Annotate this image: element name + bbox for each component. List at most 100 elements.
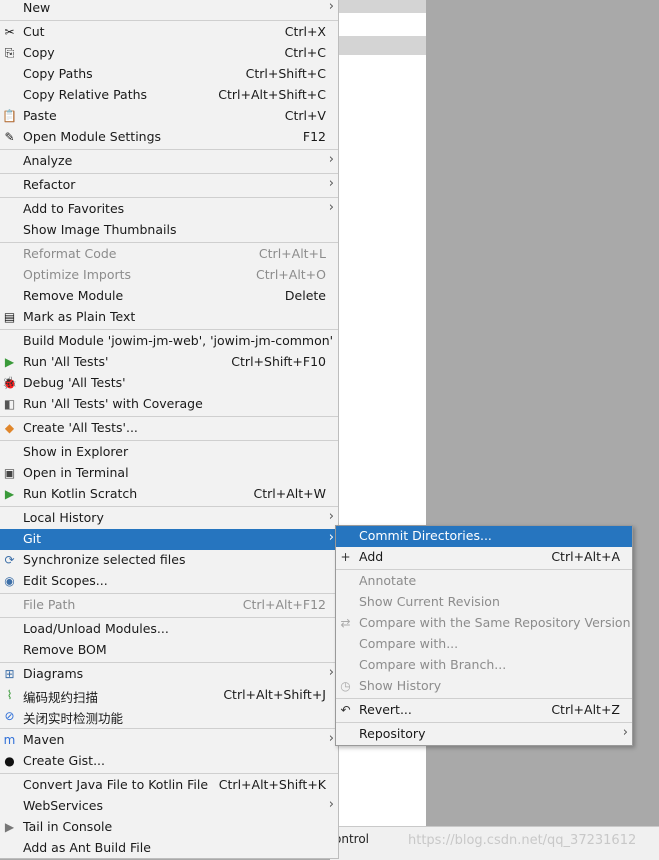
menu-item-label: Copy: [23, 45, 55, 60]
menu-item-compare-same-repo[interactable]: ⇄ Compare with the Same Repository Versio…: [336, 613, 632, 634]
run-icon: ▶: [4, 487, 15, 501]
menu-item-revert[interactable]: ↶ Revert... Ctrl+Alt+Z: [336, 700, 632, 721]
menu-separator: [0, 593, 338, 594]
menu-item-shortcut: Ctrl+Alt+L: [258, 246, 326, 261]
menu-item-add-to-favorites[interactable]: Add to Favorites ›: [0, 199, 338, 220]
menu-item-debug-all-tests[interactable]: 🐞 Debug 'All Tests': [0, 373, 338, 394]
menu-separator: [0, 197, 338, 198]
chevron-right-icon: ›: [328, 200, 334, 215]
menu-item-annotate[interactable]: Annotate: [336, 571, 632, 592]
menu-item-copy-paths[interactable]: Copy Paths Ctrl+Shift+C: [0, 64, 338, 85]
menu-item-reformat-code[interactable]: Reformat Code Ctrl+Alt+L: [0, 244, 338, 265]
revert-icon: ↶: [340, 703, 351, 717]
menu-item-code-scan[interactable]: ⌇ 编码规约扫描 Ctrl+Alt+Shift+J: [0, 685, 338, 706]
menu-item-shortcut: Ctrl+V: [284, 108, 326, 123]
menu-item-label: Copy Paths: [23, 66, 93, 81]
coverage-icon: ◧: [3, 397, 16, 411]
menu-item-remove-bom[interactable]: Remove BOM: [0, 640, 338, 661]
menu-item-show-image-thumbnails[interactable]: Show Image Thumbnails: [0, 220, 338, 241]
menu-item-label: Reformat Code: [23, 246, 117, 261]
menu-item-label: Git: [23, 531, 42, 546]
run-icon: ▶: [4, 355, 15, 369]
menu-item-shortcut: Delete: [284, 288, 326, 303]
menu-item-compare-with-branch[interactable]: Compare with Branch...: [336, 655, 632, 676]
menu-item-label: Commit Directories...: [359, 528, 492, 543]
menu-item-open-module-settings[interactable]: ✎ Open Module Settings F12: [0, 127, 338, 148]
menu-item-label: New: [23, 0, 51, 15]
menu-item-label: Synchronize selected files: [23, 552, 186, 567]
chevron-right-icon: ›: [328, 176, 334, 191]
menu-item-label: Analyze: [23, 153, 73, 168]
menu-item-copy[interactable]: ⎘ Copy Ctrl+C: [0, 43, 338, 64]
menu-item-tail-in-console[interactable]: ▶ Tail in Console: [0, 817, 338, 838]
menu-item-label: Tail in Console: [23, 819, 113, 834]
menu-item-new[interactable]: New ›: [0, 0, 338, 19]
menu-item-label: Maven: [23, 732, 65, 747]
menu-item-shortcut: Ctrl+Alt+W: [253, 486, 326, 501]
menu-item-add-as-ant-build-file[interactable]: Add as Ant Build File: [0, 838, 338, 859]
chevron-right-icon: ›: [328, 797, 334, 812]
menu-item-create-gist[interactable]: ● Create Gist...: [0, 751, 338, 772]
menu-item-edit-scopes[interactable]: ◉ Edit Scopes...: [0, 571, 338, 592]
sync-icon: ⟳: [4, 553, 15, 567]
menu-item-show-in-explorer[interactable]: Show in Explorer: [0, 442, 338, 463]
menu-item-label: WebServices: [23, 798, 103, 813]
menu-item-local-history[interactable]: Local History ›: [0, 508, 338, 529]
bottom-tab-label[interactable]: ontrol: [334, 832, 369, 846]
menu-item-create-all-tests[interactable]: ◆ Create 'All Tests'...: [0, 418, 338, 439]
menu-item-open-in-terminal[interactable]: ▣ Open in Terminal: [0, 463, 338, 484]
chevron-right-icon: ›: [328, 731, 334, 746]
scope-icon: ◉: [4, 574, 15, 588]
menu-item-label: Refactor: [23, 177, 76, 192]
menu-item-label: Edit Scopes...: [23, 573, 108, 588]
menu-item-webservices[interactable]: WebServices ›: [0, 796, 338, 817]
menu-item-build-module[interactable]: Build Module 'jowim-jm-web', 'jowim-jm-c…: [0, 331, 338, 352]
menu-item-optimize-imports[interactable]: Optimize Imports Ctrl+Alt+O: [0, 265, 338, 286]
menu-item-run-all-tests[interactable]: ▶ Run 'All Tests' Ctrl+Shift+F10: [0, 352, 338, 373]
menu-item-diagrams[interactable]: ⊞ Diagrams ›: [0, 664, 338, 685]
menu-item-label: Open Module Settings: [23, 129, 162, 144]
menu-item-run-kotlin-scratch[interactable]: ▶ Run Kotlin Scratch Ctrl+Alt+W: [0, 484, 338, 505]
menu-item-shortcut: Ctrl+Shift+F10: [231, 354, 326, 369]
menu-item-label: Create Gist...: [23, 753, 106, 768]
menu-item-mark-as-plain-text[interactable]: ▤ Mark as Plain Text: [0, 307, 338, 328]
code-scan-icon: ⌇: [6, 688, 13, 702]
menu-item-show-history[interactable]: ◷ Show History: [336, 676, 632, 697]
scissors-icon: ✂: [4, 25, 15, 39]
menu-item-compare-with[interactable]: Compare with...: [336, 634, 632, 655]
menu-item-show-current-revision[interactable]: Show Current Revision: [336, 592, 632, 613]
chevron-right-icon: ›: [328, 509, 334, 524]
menu-item-cut[interactable]: ✂ Cut Ctrl+X: [0, 22, 338, 43]
menu-separator: [0, 242, 338, 243]
menu-item-run-with-coverage[interactable]: ◧ Run 'All Tests' with Coverage: [0, 394, 338, 415]
menu-item-close-realtime-detect[interactable]: ⊘ 关闭实时检测功能: [0, 706, 338, 727]
menu-item-copy-relative-paths[interactable]: Copy Relative Paths Ctrl+Alt+Shift+C: [0, 85, 338, 106]
menu-item-commit-directories[interactable]: Commit Directories...: [336, 526, 632, 547]
menu-item-label: Load/Unload Modules...: [23, 621, 169, 636]
menu-item-analyze[interactable]: Analyze ›: [0, 151, 338, 172]
menu-item-maven[interactable]: m Maven ›: [0, 730, 338, 751]
menu-item-remove-module[interactable]: Remove Module Delete: [0, 286, 338, 307]
text-file-icon: ▤: [3, 310, 16, 324]
history-clock-icon: ◷: [340, 679, 351, 693]
menu-item-paste[interactable]: 📋 Paste Ctrl+V: [0, 106, 338, 127]
menu-item-label: Run Kotlin Scratch: [23, 486, 138, 501]
menu-item-convert-java-to-kotlin[interactable]: Convert Java File to Kotlin File Ctrl+Alt…: [0, 775, 338, 796]
menu-item-label: Compare with Branch...: [359, 657, 507, 672]
chevron-right-icon: ›: [328, 0, 334, 14]
menu-item-file-path[interactable]: File Path Ctrl+Alt+F12: [0, 595, 338, 616]
menu-item-refactor[interactable]: Refactor ›: [0, 175, 338, 196]
menu-item-label: Remove Module: [23, 288, 124, 303]
menu-item-label: Create 'All Tests'...: [23, 420, 138, 435]
menu-separator: [336, 722, 632, 723]
chevron-right-icon: ›: [622, 725, 628, 740]
menu-item-load-unload-modules[interactable]: Load/Unload Modules...: [0, 619, 338, 640]
chevron-right-icon: ›: [328, 530, 334, 545]
menu-item-git[interactable]: Git ›: [0, 529, 338, 550]
menu-item-synchronize-selected-files[interactable]: ⟳ Synchronize selected files: [0, 550, 338, 571]
menu-item-label: Run 'All Tests': [23, 354, 109, 369]
menu-item-label: Local History: [23, 510, 104, 525]
menu-item-add[interactable]: + Add Ctrl+Alt+A: [336, 547, 632, 568]
menu-item-label: Run 'All Tests' with Coverage: [23, 396, 203, 411]
menu-item-repository[interactable]: Repository ›: [336, 724, 632, 745]
